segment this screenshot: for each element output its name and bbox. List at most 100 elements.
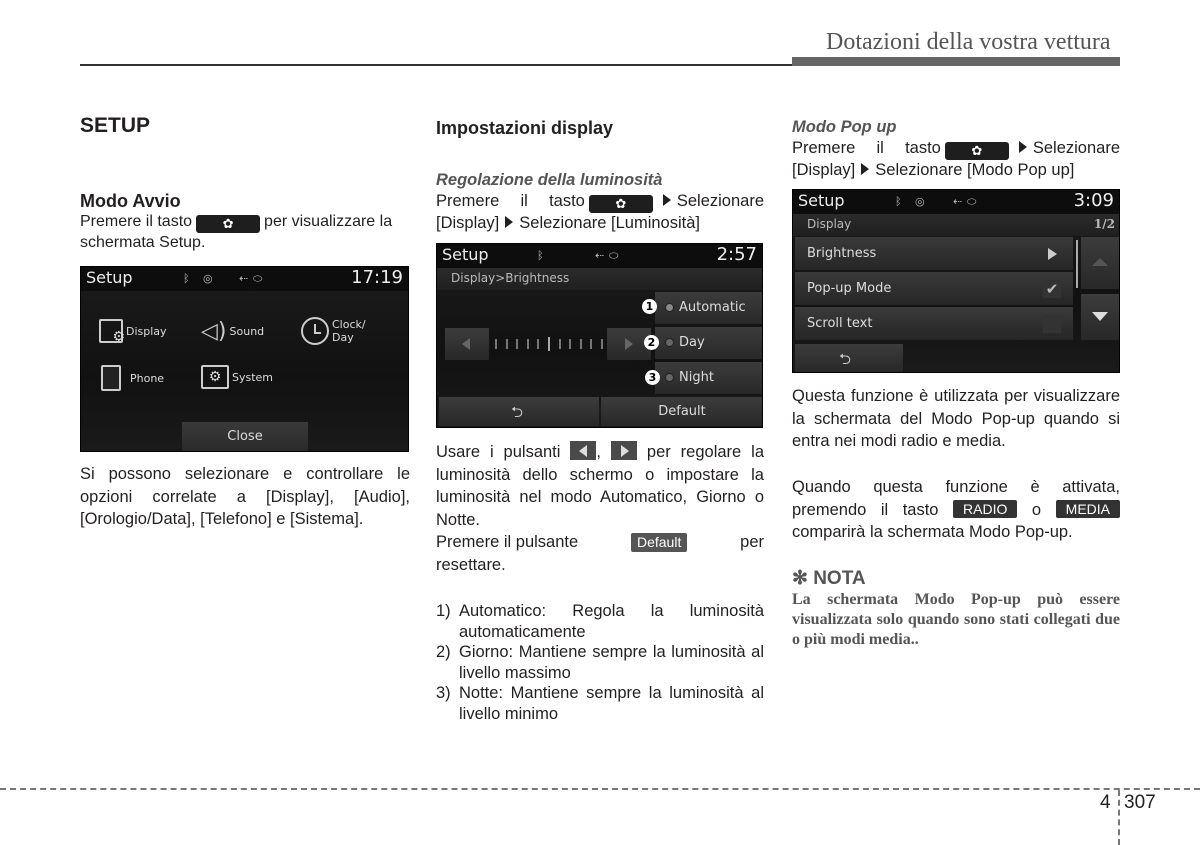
menu-item-label: Clock/ Day (332, 318, 366, 344)
brightness-section: Regolazione della luminosità Premere il … (436, 170, 764, 234)
option-automatic[interactable]: Automatic (655, 292, 762, 324)
setup-screen: Setup ᛒ ◎ ⇠ ⬭ 17:19 ⚙ Display ◁) Sound C… (80, 266, 409, 452)
list-text: Notte: Mantiene sempre la luminosità al … (459, 684, 764, 723)
reset-per: per (740, 533, 764, 551)
screen-title: Setup (86, 268, 133, 287)
callout-number: 2 (644, 335, 659, 350)
speaker-icon: ◁) (201, 319, 227, 344)
option-day[interactable]: Day (655, 327, 762, 359)
back-button[interactable]: ⮌ (795, 344, 903, 372)
menu-item-label: Display (126, 324, 167, 338)
setup-description: Si possono selezionare e controllare le … (80, 465, 410, 528)
scroll-up-button[interactable] (1081, 237, 1119, 289)
nota-body: La schermata Modo Pop-up può essere visu… (792, 591, 1120, 648)
menu-item-label: System (232, 370, 274, 384)
list-num: 2) (436, 643, 451, 661)
checkbox-checked-icon[interactable]: ✔ (1043, 280, 1061, 298)
list-item: 1) Automatico: Regola la luminosità autom… (436, 601, 764, 642)
nota-title: NOTA (813, 568, 866, 589)
default-button[interactable]: Default (601, 397, 762, 426)
brightness-screen: Setup ᛒ ⇠ ⬭ 2:57 Display>Brightness Auto… (436, 243, 763, 428)
breadcrumb-text: Display (807, 217, 852, 231)
brightness-level-indicator[interactable] (495, 337, 603, 351)
popup-activation-text: Quando questa funzione è attivata, preme… (792, 476, 1120, 544)
nota-heading: ✻ NOTA (792, 568, 1120, 590)
menu-item-clock-day[interactable]: Clock/ Day (301, 317, 382, 345)
menu-item-system[interactable]: ⚙ System (201, 365, 273, 389)
nota-box: ✻ NOTA La schermata Modo Pop-up può esse… (792, 568, 1120, 650)
arrow-up-icon (1092, 258, 1108, 266)
close-button[interactable]: Close (182, 422, 308, 451)
list-num: 1) (436, 602, 451, 620)
usb-icon: ⇠ (239, 272, 249, 285)
callout-number: 3 (645, 370, 660, 385)
clock-time: 3:09 (1073, 190, 1114, 211)
screen-title: Setup (442, 245, 489, 264)
aux-icon: ⬭ (967, 195, 977, 208)
chevron-right-icon (1043, 245, 1061, 263)
modo-avvio-section: Modo Avvio Premere il tasto ✿ per visualiz… (80, 190, 410, 253)
setup-key-icon: ✿ (196, 215, 261, 233)
status-bar: Setup ᛒ ⇠ ⬭ 2:57 (437, 244, 762, 268)
menu-item-label: Sound (229, 325, 265, 338)
intro-text: Premere il tasto (436, 192, 585, 210)
left-arrow-button-icon (570, 441, 597, 460)
default-label-icon: Default (630, 533, 688, 552)
clock-time: 2:57 (716, 244, 757, 265)
page-number: 307 (1124, 792, 1156, 813)
list-text: Automatico: Regola la luminosità automat… (459, 602, 764, 641)
setup-key-icon: ✿ (588, 195, 653, 213)
arrow-right-icon (1018, 141, 1027, 153)
bluetooth-icon: ᛒ (183, 272, 190, 285)
modo-avvio-heading: Modo Avvio (80, 191, 181, 211)
row-popup-mode[interactable]: Pop-up Mode ✔ (795, 272, 1073, 305)
list-item: 3) Notte: Mantiene sempre la luminosità a… (436, 683, 764, 724)
display-settings-heading: Impostazioni display (436, 118, 614, 138)
status-bar: Setup ᛒ ◎ ⇠ ⬭ 3:09 (793, 190, 1119, 214)
scrollbar[interactable] (1076, 240, 1078, 288)
header-rule (80, 64, 792, 66)
menu-item-sound[interactable]: ◁) Sound (201, 319, 264, 344)
row-brightness[interactable]: Brightness (795, 237, 1073, 270)
row-scroll-text[interactable]: Scroll text (795, 307, 1073, 340)
option-night[interactable]: Night (655, 362, 762, 394)
display-settings-icon: ⚙ (99, 319, 125, 345)
radio-indicator (665, 373, 674, 382)
menu-item-label: Phone (130, 371, 165, 385)
brightness-heading: Regolazione della luminosità (436, 171, 663, 189)
usb-icon: ⇠ (953, 195, 963, 208)
brightness-decrease-button[interactable] (445, 328, 489, 360)
usb-icon: ⇠ (595, 249, 605, 262)
checkbox-unchecked-icon[interactable] (1043, 315, 1061, 333)
row-label: Brightness (807, 246, 877, 261)
bluetooth-icon: ᛒ (537, 249, 544, 262)
activation-or: o (1031, 500, 1042, 519)
usage-separator: , (596, 443, 601, 461)
list-item: 2) Giorno: Mantiene sempre la luminosità … (436, 642, 764, 683)
popup-mode-heading: Modo Pop up (792, 118, 897, 136)
menu-item-display[interactable]: ⚙ Display (99, 319, 167, 345)
arrow-down-icon (1092, 312, 1108, 321)
back-arrow-icon: ⮌ (511, 403, 524, 421)
brightness-modes-list: 1) Automatico: Regola la luminosità autom… (436, 601, 764, 724)
modo-avvio-intro: Premere il tasto ✿ per visualizzare la sch… (80, 212, 410, 253)
menu-item-phone[interactable]: Phone (101, 365, 164, 391)
popup-mode-section: Modo Pop up Premere il tasto ✿ Selezionare… (792, 117, 1120, 181)
right-arrow-button-icon (610, 441, 637, 460)
phone-icon (101, 365, 121, 391)
column-setup: SETUP (80, 115, 410, 137)
back-button[interactable]: ⮌ (439, 397, 599, 426)
scroll-down-button[interactable] (1081, 294, 1119, 340)
header-bar (792, 57, 1120, 66)
status-bar: Setup ᛒ ◎ ⇠ ⬭ 17:19 (81, 267, 408, 291)
page-indicator: 1/2 (1093, 217, 1115, 231)
clock-icon (301, 317, 329, 345)
reset-line: Premere il pulsante Default per (436, 531, 764, 554)
radio-indicator (665, 338, 674, 347)
breadcrumb: Display>Brightness (437, 268, 762, 290)
intro-text: Premere il tasto (80, 213, 193, 230)
brightness-intro: Premere il tasto ✿ Selezionare [Display] Se… (436, 191, 764, 234)
asterisk-icon: ✻ (792, 568, 808, 589)
callout-number: 1 (642, 299, 657, 314)
radio-indicator (665, 303, 674, 312)
